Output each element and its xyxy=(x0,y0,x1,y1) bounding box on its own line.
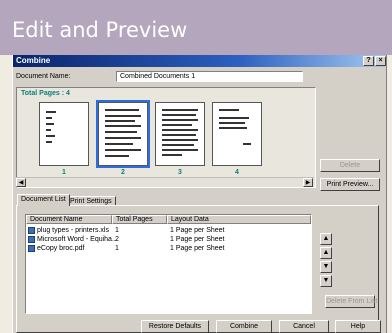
scroll-left-icon[interactable]: ◀ xyxy=(16,178,26,187)
move-to-top-button[interactable]: ▲ xyxy=(320,233,332,245)
column-header-layout-data[interactable]: Layout Data xyxy=(167,215,311,224)
document-name-label: Document Name: xyxy=(16,73,71,80)
page-thumbnail-pane[interactable]: Total Pages : 4 1 2 3 4 xyxy=(16,87,316,188)
total-pages-cell: 1 xyxy=(115,227,119,234)
print-preview-button[interactable]: Print Preview... xyxy=(320,178,380,191)
move-up-button[interactable]: ▲ xyxy=(320,247,332,259)
column-header-document-name[interactable]: Document Name xyxy=(26,215,112,224)
layout-data-cell: 1 Page per Sheet xyxy=(170,227,225,234)
page-thumbnail[interactable] xyxy=(39,102,89,166)
cancel-button[interactable]: Cancel xyxy=(279,320,329,333)
help-icon[interactable]: ? xyxy=(363,56,374,66)
banner-title: Edit and Preview xyxy=(12,18,188,42)
table-row[interactable]: eCopy broc.pdf 1 1 Page per Sheet xyxy=(26,244,311,253)
title-bar: Combine ? × xyxy=(13,55,386,67)
layout-data-cell: 1 Page per Sheet xyxy=(170,236,225,243)
page-thumbnail[interactable] xyxy=(96,100,150,168)
document-name-cell: plug types - printers.xls xyxy=(37,227,109,234)
excel-file-icon xyxy=(28,227,35,234)
document-name-cell: eCopy broc.pdf xyxy=(37,245,85,252)
document-list[interactable]: Document Name Total Pages Layout Data pl… xyxy=(25,214,312,314)
document-name-cell: Microsoft Word - Equiha... xyxy=(37,236,118,243)
move-to-bottom-button[interactable]: ▼ xyxy=(320,275,332,287)
page-number: 3 xyxy=(178,169,182,176)
banner: Edit and Preview xyxy=(0,0,392,55)
combine-dialog: Combine ? × Document Name: Combined Docu… xyxy=(12,55,387,333)
document-name-input[interactable]: Combined Documents 1 xyxy=(116,71,303,82)
table-row[interactable]: Microsoft Word - Equiha... 2 1 Page per … xyxy=(26,235,311,244)
page-number: 2 xyxy=(121,169,125,176)
page-number: 4 xyxy=(235,169,239,176)
total-pages-label: Total Pages : 4 xyxy=(21,90,70,97)
delete-from-list-button[interactable]: Delete From List xyxy=(325,295,377,308)
column-header-total-pages[interactable]: Total Pages xyxy=(112,215,167,224)
restore-defaults-button[interactable]: Restore Defaults xyxy=(141,320,209,333)
help-button[interactable]: Help xyxy=(335,320,381,333)
close-icon[interactable]: × xyxy=(375,56,386,66)
thumbnail-scrollbar[interactable]: ◀ ▶ xyxy=(16,177,314,187)
page-number: 1 xyxy=(62,169,66,176)
word-file-icon xyxy=(28,236,35,243)
scroll-right-icon[interactable]: ▶ xyxy=(303,178,313,187)
move-down-button[interactable]: ▼ xyxy=(320,261,332,273)
tab-document-list[interactable]: Document List xyxy=(17,194,70,206)
layout-data-cell: 1 Page per Sheet xyxy=(170,245,225,252)
dialog-title: Combine xyxy=(16,56,51,65)
table-row[interactable]: plug types - printers.xls 1 1 Page per S… xyxy=(26,226,311,235)
total-pages-cell: 2 xyxy=(115,236,119,243)
page-thumbnail[interactable] xyxy=(212,102,262,166)
delete-button[interactable]: Delete xyxy=(320,159,380,172)
pdf-file-icon xyxy=(28,245,35,252)
total-pages-cell: 1 xyxy=(115,245,119,252)
combine-button[interactable]: Combine xyxy=(216,320,272,333)
page-thumbnail[interactable] xyxy=(155,102,205,166)
